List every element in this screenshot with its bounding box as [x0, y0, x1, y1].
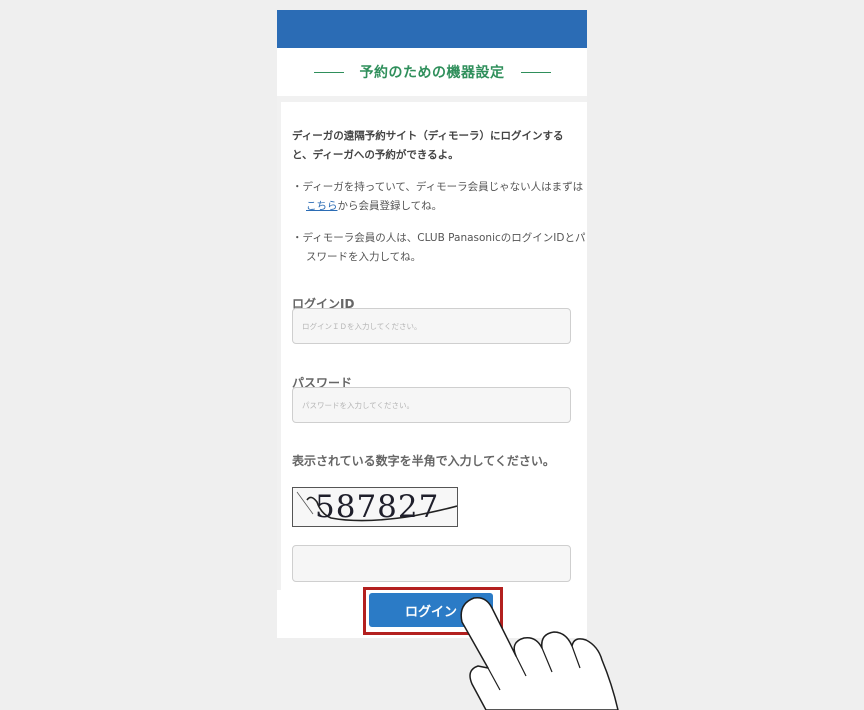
pointing-hand-icon [460, 596, 619, 710]
